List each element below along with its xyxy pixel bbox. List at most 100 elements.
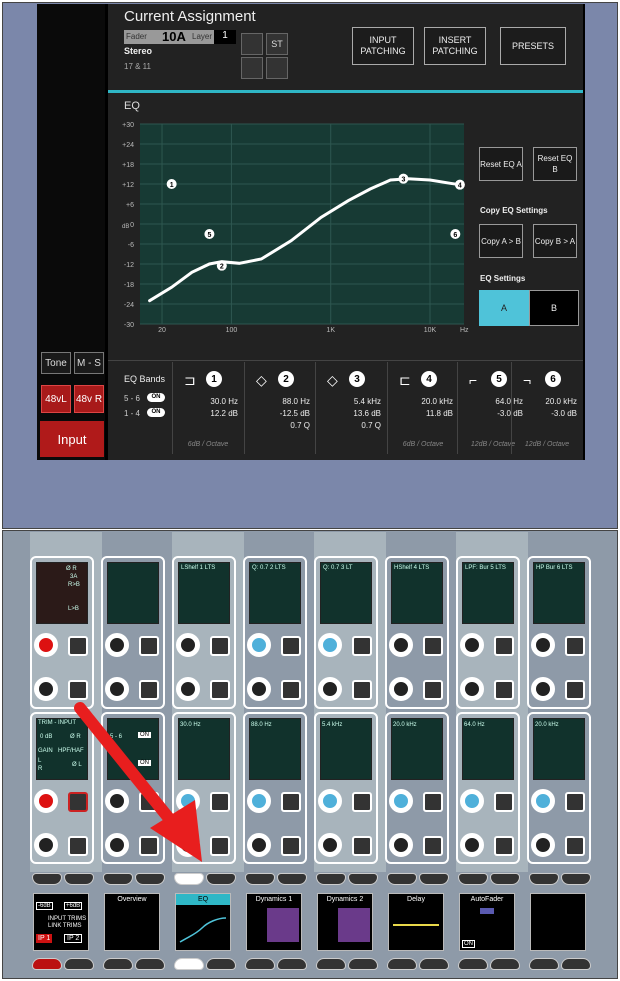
ip2-button[interactable]: IP 2 [64, 934, 83, 943]
strip-5-encoder-1[interactable] [318, 633, 342, 657]
strip-7-encoder-2[interactable] [460, 677, 484, 701]
dynamics1-display[interactable]: Dynamics 1 [246, 893, 302, 951]
strip-7-encoder-4[interactable] [460, 833, 484, 857]
dynamics2-display[interactable]: Dynamics 2 [317, 893, 373, 951]
strip-5-encoder-2[interactable] [318, 677, 342, 701]
reset-eq-b-button[interactable]: Reset EQ B [533, 147, 577, 181]
strip-1-nav-left[interactable] [32, 873, 62, 885]
eq-band-2[interactable]: ◇ 2 88.0 Hz -12.5 dB 0.7 Q [250, 368, 314, 452]
strip-7-key-2[interactable] [494, 680, 514, 700]
strip-4-key-2[interactable] [281, 680, 301, 700]
strip-5-encoder-3[interactable] [318, 789, 342, 813]
strip-4-key-1[interactable] [281, 636, 301, 656]
presets-button[interactable]: PRESETS [500, 27, 566, 65]
assign-slot-1[interactable] [241, 33, 263, 55]
strip-6-key-4[interactable] [423, 836, 443, 856]
strip-8-select-left[interactable] [529, 958, 559, 970]
strip-2-select-left[interactable] [103, 958, 133, 970]
strip-5-key-4[interactable] [352, 836, 372, 856]
eq-band-4[interactable]: ⊏ 4 20.0 kHz 11.8 dB 6dB / Octave [393, 368, 457, 452]
ip1-button[interactable]: IP 1 [36, 934, 53, 943]
strip-7-encoder-3[interactable] [460, 789, 484, 813]
eq-node-3[interactable]: 3 [398, 173, 409, 184]
strip-6-select-left[interactable] [387, 958, 417, 970]
st-button[interactable]: ST [266, 33, 288, 55]
strip-7-select-right[interactable] [490, 958, 520, 970]
eq-node-6[interactable]: 6 [450, 229, 461, 239]
strip-6-nav-left[interactable] [387, 873, 417, 885]
autofader-on[interactable]: ON [462, 940, 475, 948]
eq-setting-a-button[interactable]: A [479, 290, 529, 326]
strip-5-encoder-4[interactable] [318, 833, 342, 857]
strip-5-nav-left[interactable] [316, 873, 346, 885]
strip-3-key-2[interactable] [210, 680, 230, 700]
strip-3-select-left[interactable] [174, 958, 204, 970]
strip-2-encoder-2[interactable] [105, 677, 129, 701]
strip-4-key-3[interactable] [281, 792, 301, 812]
eq-display[interactable]: EQ [175, 893, 231, 951]
reset-eq-a-button[interactable]: Reset EQ A [479, 147, 523, 181]
strip-2-encoder-1[interactable] [105, 633, 129, 657]
strip-5-key-1[interactable] [352, 636, 372, 656]
strip-8-encoder-2[interactable] [531, 677, 555, 701]
strip-4-encoder-4[interactable] [247, 833, 271, 857]
delay-display[interactable]: Delay [388, 893, 444, 951]
trim-minus6[interactable]: -6dB [36, 902, 53, 910]
input-button[interactable]: Input [40, 421, 104, 457]
phantom-left-button[interactable]: 48vL [41, 385, 71, 413]
strip-3-encoder-1[interactable] [176, 633, 200, 657]
strip-1-encoder-3[interactable] [34, 789, 58, 813]
strip-6-encoder-2[interactable] [389, 677, 413, 701]
strip-1-key-2[interactable] [68, 680, 88, 700]
blank-display[interactable] [530, 893, 586, 951]
strip-4-select-left[interactable] [245, 958, 275, 970]
strip-6-key-3[interactable] [423, 792, 443, 812]
strip-7-select-left[interactable] [458, 958, 488, 970]
strip-7-key-1[interactable] [494, 636, 514, 656]
input-trims-display[interactable]: -6dB +6dB INPUT TRIMS LINK TRIMS IP 1 IP… [33, 893, 89, 951]
strip-6-encoder-3[interactable] [389, 789, 413, 813]
strip-6-select-right[interactable] [419, 958, 449, 970]
strip-4-nav-left[interactable] [245, 873, 275, 885]
strip-7-nav-left[interactable] [458, 873, 488, 885]
eq-band-6[interactable]: ¬ 6 20.0 kHz -3.0 dB 12dB / Octave [517, 368, 581, 452]
strip-1-encoder-2[interactable] [34, 677, 58, 701]
strip-1-encoder-4[interactable] [34, 833, 58, 857]
autofader-display[interactable]: AutoFader ON [459, 893, 515, 951]
strip-7-nav-right[interactable] [490, 873, 520, 885]
strip-7-key-3[interactable] [494, 792, 514, 812]
strip-8-nav-right[interactable] [561, 873, 591, 885]
eq-node-5[interactable]: 5 [204, 229, 215, 239]
strip-4-select-right[interactable] [277, 958, 307, 970]
strip-2-key-1[interactable] [139, 636, 159, 656]
eq-graph[interactable]: +30 +24 +18 +12 +6 0 -6 -12 -18 -24 -30 20 100 1K 10K… [108, 112, 476, 340]
overview-display[interactable]: Overview [104, 893, 160, 951]
strip-7-encoder-1[interactable] [460, 633, 484, 657]
strip-1-select-right[interactable] [64, 958, 94, 970]
band-toggle-14[interactable]: ON [147, 408, 165, 417]
eq-band-3[interactable]: ◇ 3 5.4 kHz 13.6 dB 0.7 Q [321, 368, 385, 452]
strip-8-encoder-4[interactable] [531, 833, 555, 857]
strip-1-select-left[interactable] [32, 958, 62, 970]
strip-8-key-1[interactable] [565, 636, 585, 656]
strip-3-encoder-2[interactable] [176, 677, 200, 701]
strip-5-key-3[interactable] [352, 792, 372, 812]
trim-plus6[interactable]: +6dB [64, 902, 83, 910]
assign-slot-3[interactable] [266, 57, 288, 79]
strip-6-encoder-4[interactable] [389, 833, 413, 857]
strip-3-select-right[interactable] [206, 958, 236, 970]
strip-4-nav-right[interactable] [277, 873, 307, 885]
eq-node-2[interactable]: 2 [216, 260, 227, 271]
strip-7-key-4[interactable] [494, 836, 514, 856]
strip-4-encoder-2[interactable] [247, 677, 271, 701]
eq-node-1[interactable]: 1 [166, 179, 177, 189]
eq-node-4[interactable]: 4 [454, 179, 465, 190]
strip-5-select-right[interactable] [348, 958, 378, 970]
strip-4-encoder-3[interactable] [247, 789, 271, 813]
strip-4-encoder-1[interactable] [247, 633, 271, 657]
strip-8-key-2[interactable] [565, 680, 585, 700]
strip-5-nav-right[interactable] [348, 873, 378, 885]
assign-slot-2[interactable] [241, 57, 263, 79]
strip-6-nav-right[interactable] [419, 873, 449, 885]
strip-6-key-1[interactable] [423, 636, 443, 656]
